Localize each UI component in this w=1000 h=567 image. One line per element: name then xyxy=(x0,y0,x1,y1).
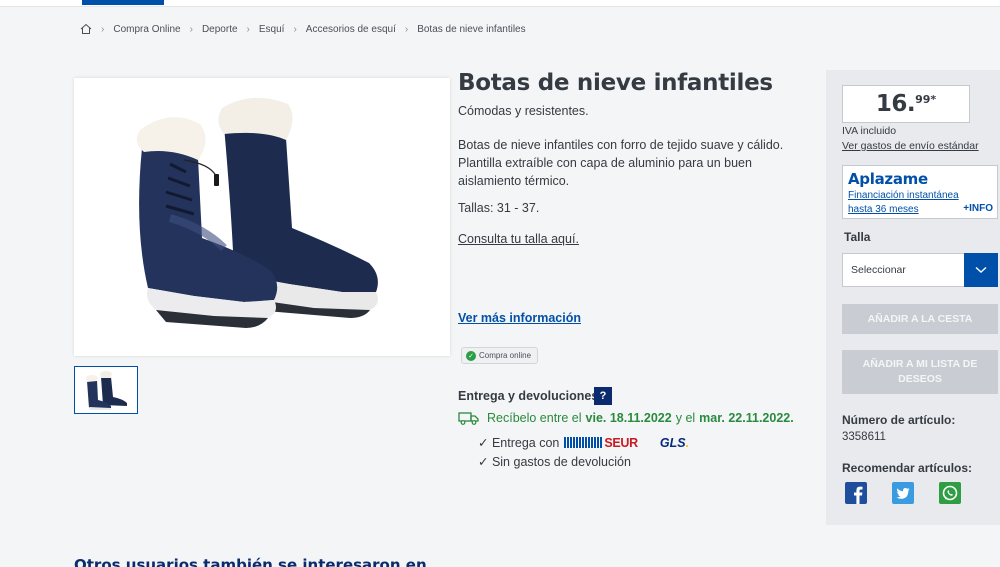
add-to-cart-button[interactable]: Añadir a la cesta xyxy=(842,304,998,334)
breadcrumb-item-current: Botas de nieve infantiles xyxy=(417,23,526,35)
delivery-date-from: vie. 18.11.2022 xyxy=(585,411,672,425)
snow-boots-image xyxy=(136,97,378,328)
breadcrumb-item-deporte[interactable]: Deporte xyxy=(202,24,238,35)
product-title: Botas de nieve infantiles xyxy=(458,70,773,96)
more-info-link[interactable]: Ver más información xyxy=(458,311,581,325)
size-label: Talla xyxy=(844,230,871,244)
delivery-help-button[interactable]: ? xyxy=(594,387,612,405)
delivery-label: Entrega y devoluciones: xyxy=(458,389,603,403)
price-box: 16. 99* xyxy=(842,85,970,123)
product-thumbnail[interactable] xyxy=(74,366,138,414)
gls-logo: GLS. xyxy=(659,435,690,450)
aplazame-financing-text[interactable]: Financiación instantánea hasta 36 meses xyxy=(848,189,959,217)
twitter-icon[interactable] xyxy=(892,482,914,504)
whatsapp-icon[interactable] xyxy=(939,482,961,504)
add-to-wishlist-button[interactable]: Añadir a mi lista de deseos xyxy=(842,350,998,394)
seur-stripes-icon xyxy=(564,437,603,448)
breadcrumb-item-compra-online[interactable]: Compra Online xyxy=(113,24,180,35)
returns-line: ✓ Sin gastos de devolución xyxy=(478,455,631,469)
aplazame-line-1: Financiación instantánea xyxy=(848,190,959,201)
carrier-label: ✓ Entrega con xyxy=(478,436,560,450)
active-nav-indicator xyxy=(82,0,164,5)
snow-boots-thumbnail-image xyxy=(86,371,127,410)
breadcrumb-separator: › xyxy=(189,23,193,35)
breadcrumb-separator: › xyxy=(293,23,297,35)
price-cents: 99* xyxy=(915,93,937,106)
article-number: 3358611 xyxy=(842,431,886,443)
chevron-down-icon[interactable] xyxy=(964,253,998,287)
aplazame-info-link[interactable]: +INFO xyxy=(963,203,993,214)
delivery-prefix: Recíbelo entre el xyxy=(487,411,582,425)
vat-note: IVA incluido xyxy=(842,125,897,137)
breadcrumb-bar: › Compra Online › Deporte › Esquí › Acce… xyxy=(0,6,1000,52)
recommend-label: Recomendar artículos: xyxy=(842,461,973,475)
aplazame-financing-box[interactable]: Aplazame Financiación instantánea hasta … xyxy=(842,165,998,219)
carrier-line: ✓ Entrega con SEUR GLS. xyxy=(478,435,690,451)
size-select-value: Seleccionar xyxy=(851,264,906,276)
purchase-sidebar xyxy=(826,70,1000,525)
online-badge-label: Compra online xyxy=(479,351,532,360)
home-icon[interactable] xyxy=(80,23,92,35)
product-sizes: Tallas: 31 - 37. xyxy=(458,201,540,215)
price-main: 16. xyxy=(875,91,916,117)
facebook-icon[interactable] xyxy=(845,482,867,504)
breadcrumb-separator: › xyxy=(404,23,409,35)
check-circle-icon: ✓ xyxy=(466,350,476,361)
online-purchase-badge: ✓ Compra online xyxy=(461,347,539,364)
aplazame-line-2: hasta 36 meses xyxy=(848,204,919,215)
aplazame-logo: Aplazame xyxy=(848,170,928,188)
size-guide-link[interactable]: Consulta tu talla aquí. xyxy=(458,232,579,246)
article-number-label: Número de artículo: xyxy=(842,413,956,427)
product-subtitle: Cómodas y resistentes. xyxy=(458,104,589,118)
product-main-image[interactable] xyxy=(74,78,450,356)
related-products-heading: Otros usuarios también se interesaron en xyxy=(74,556,427,567)
size-select[interactable]: Seleccionar xyxy=(842,253,998,287)
gls-logo-text: GLS xyxy=(659,435,686,450)
truck-icon xyxy=(458,411,480,425)
breadcrumb-item-esqui[interactable]: Esquí xyxy=(259,24,285,35)
breadcrumb-separator: › xyxy=(101,23,105,35)
product-description: Botas de nieve infantiles con forro de t… xyxy=(458,138,784,188)
shipping-costs-link[interactable]: Ver gastos de envío estándar xyxy=(842,140,979,152)
delivery-estimate: Recíbelo entre el vie. 18.11.2022 y el m… xyxy=(458,411,798,425)
breadcrumb-item-accesorios[interactable]: Accesorios de esquí xyxy=(306,24,396,35)
delivery-date-to: mar. 22.11.2022. xyxy=(699,411,794,425)
delivery-and: y el xyxy=(675,411,696,425)
breadcrumb-separator: › xyxy=(246,23,250,35)
seur-logo-text: SEUR xyxy=(604,435,638,450)
breadcrumb: › Compra Online › Deporte › Esquí › Acce… xyxy=(80,23,526,35)
seur-logo: SEUR xyxy=(564,436,638,450)
